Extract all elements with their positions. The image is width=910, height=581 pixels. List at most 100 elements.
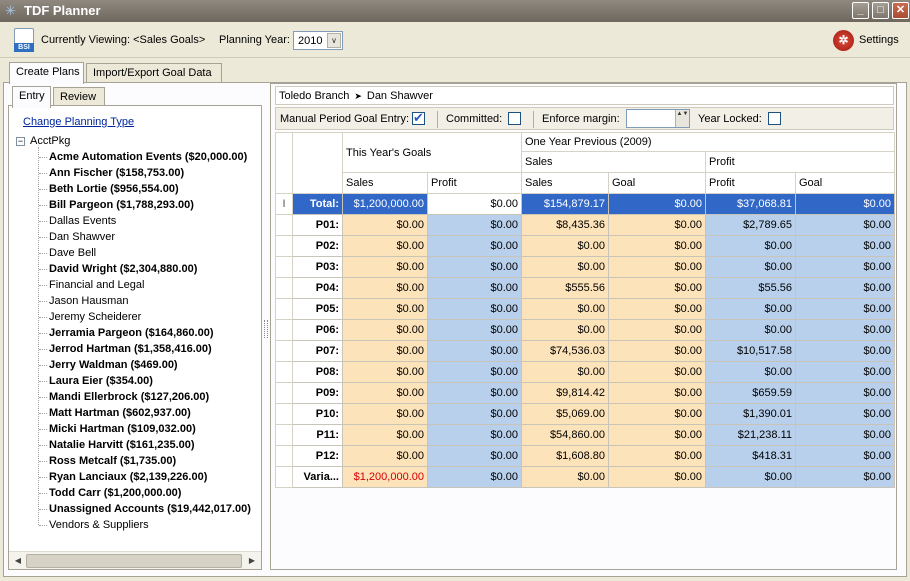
tree-item[interactable]: Micki Hartman ($109,032.00) [39,421,261,437]
tab-create-plans[interactable]: Create Plans [9,62,84,84]
grid-cell[interactable]: $0.00 [427,235,522,257]
tree-item[interactable]: Laura Eier ($354.00) [39,373,261,389]
collapse-toggle-icon[interactable]: − [16,137,25,146]
grid-cell[interactable]: $0.00 [342,361,428,383]
tree-item[interactable]: Ryan Lanciaux ($2,139,226.00) [39,469,261,485]
grid-cell[interactable]: $0.00 [427,193,522,215]
grid-cell[interactable]: $0.00 [342,319,428,341]
tree-item[interactable]: Bill Pargeon ($1,788,293.00) [39,197,261,213]
minimize-button[interactable]: _ [852,2,869,19]
scroll-right-icon[interactable]: ▶ [245,554,259,568]
maximize-button[interactable]: □ [872,2,889,19]
tree-item[interactable]: Dave Bell [39,245,261,261]
grid-cell[interactable]: $0.00 [342,445,428,467]
grid-cell[interactable]: $0.00 [342,424,428,446]
grid-cell[interactable]: $0.00 [427,319,522,341]
tab-review[interactable]: Review [53,87,105,107]
tree-item[interactable]: Mandi Ellerbrock ($127,206.00) [39,389,261,405]
row-selector[interactable] [275,277,293,299]
column-header[interactable]: Goal [795,172,895,194]
close-button[interactable]: ✕ [892,2,909,19]
tree-item[interactable]: Unassigned Accounts ($19,442,017.00) [39,501,261,517]
grid-cell: $0.00 [705,298,796,320]
tree-item[interactable]: Ann Fischer ($158,753.00) [39,165,261,181]
tree-item[interactable]: Beth Lortie ($956,554.00) [39,181,261,197]
tree-item[interactable]: Acme Automation Events ($20,000.00) [39,149,261,165]
grid-cell[interactable]: $0.00 [427,277,522,299]
tab-import-export[interactable]: Import/Export Goal Data [86,63,222,83]
grid-cell[interactable]: $0.00 [427,256,522,278]
change-planning-type-link[interactable]: Change Planning Type [23,116,134,128]
planning-year-select[interactable]: 2010 ∨ [293,31,343,50]
grid-cell: $0.00 [427,466,522,488]
column-header[interactable]: Profit [427,172,522,194]
tree-item[interactable]: Vendors & Suppliers [39,517,261,533]
grid-cell[interactable]: $0.00 [427,403,522,425]
grid-cell[interactable]: $0.00 [427,445,522,467]
row-selector[interactable] [275,298,293,320]
grid-cell[interactable]: $0.00 [342,277,428,299]
row-selector[interactable] [275,340,293,362]
tree-item[interactable]: Jerrod Hartman ($1,358,416.00) [39,341,261,357]
row-selector[interactable] [275,214,293,236]
column-header[interactable]: Goal [608,172,706,194]
row-selector[interactable] [275,403,293,425]
grid-cell: $0.00 [608,361,706,383]
tree-item[interactable]: David Wright ($2,304,880.00) [39,261,261,277]
tree-item[interactable]: Jeremy Scheiderer [39,309,261,325]
row-selector[interactable] [275,256,293,278]
horizontal-scrollbar[interactable]: ◀ ▶ [9,551,261,569]
grid-cell[interactable]: $0.00 [342,256,428,278]
tree-item[interactable]: Jason Hausman [39,293,261,309]
row-selector[interactable] [275,361,293,383]
column-header[interactable]: Sales [342,172,428,194]
tree-item[interactable]: Natalie Harvitt ($161,235.00) [39,437,261,453]
manual-period-checkbox[interactable] [412,110,425,126]
grid-cell[interactable]: $0.00 [427,424,522,446]
panel-splitter[interactable] [264,320,268,338]
scroll-left-icon[interactable]: ◀ [11,554,25,568]
spinner-arrows-icon[interactable]: ▲▼ [675,110,689,127]
gear-icon[interactable]: ✲ [833,30,854,51]
row-selector[interactable]: I [275,193,293,215]
grid-cell[interactable]: $0.00 [342,214,428,236]
row-selector[interactable] [275,319,293,341]
table-row: P05: $0.00 $0.00 $0.00 $0.00 $0.00 $0.00 [275,298,895,320]
tree-item[interactable]: Matt Hartman ($602,937.00) [39,405,261,421]
row-selector[interactable] [275,235,293,257]
grid-cell[interactable]: $0.00 [342,382,428,404]
grid-cell[interactable]: $0.00 [342,298,428,320]
row-selector[interactable] [275,382,293,404]
tree-item[interactable]: Jerry Waldman ($469.00) [39,357,261,373]
grid-cell[interactable]: $0.00 [427,214,522,236]
column-header[interactable]: Sales [521,172,609,194]
tab-entry[interactable]: Entry [12,86,51,108]
tree-item[interactable]: Dallas Events [39,213,261,229]
tree-item[interactable]: Jerramia Pargeon ($164,860.00) [39,325,261,341]
column-header[interactable]: Profit [705,172,796,194]
tree-item[interactable]: Financial and Legal [39,277,261,293]
toolbar: BSI Currently Viewing: <Sales Goals> Pla… [0,22,910,58]
enforce-margin-input[interactable]: ▲▼ [626,109,690,128]
tree-root-acctpkg[interactable]: AcctPkg [30,135,70,147]
chevron-down-icon[interactable]: ∨ [327,33,341,48]
committed-checkbox[interactable] [508,112,521,125]
row-selector[interactable] [275,466,293,488]
grid-cell[interactable]: $0.00 [427,361,522,383]
tree-item[interactable]: Dan Shawver [39,229,261,245]
tree-item[interactable]: Ross Metcalf ($1,735.00) [39,453,261,469]
grid-cell[interactable]: $0.00 [427,340,522,362]
tree-item[interactable]: Todd Carr ($1,200,000.00) [39,485,261,501]
grid-cell[interactable]: $0.00 [342,235,428,257]
grid-cell[interactable]: $0.00 [427,382,522,404]
row-selector[interactable] [275,424,293,446]
year-locked-label: Year Locked: [698,113,762,125]
year-locked-checkbox[interactable] [768,112,781,125]
row-selector[interactable] [275,445,293,467]
scrollbar-thumb[interactable] [26,554,242,568]
grid-cell[interactable]: $0.00 [427,298,522,320]
grid-cell[interactable]: $0.00 [342,403,428,425]
enforce-margin-label: Enforce margin: [542,113,620,125]
settings-button[interactable]: Settings [859,34,899,46]
grid-cell[interactable]: $0.00 [342,340,428,362]
